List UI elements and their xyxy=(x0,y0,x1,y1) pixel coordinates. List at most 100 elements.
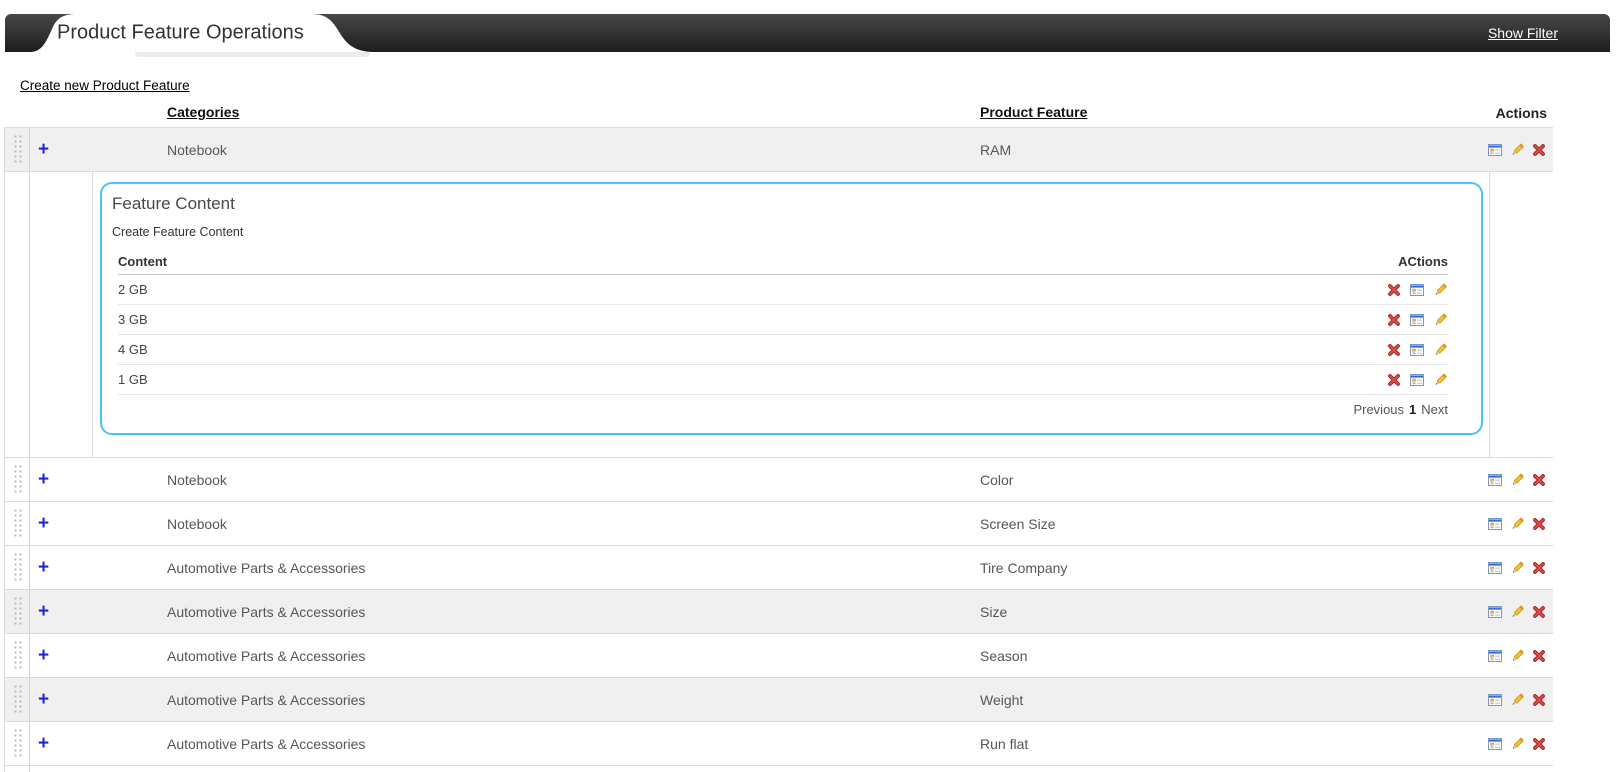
table-row: + Automotive Parts & Accessories Weight xyxy=(4,677,1553,721)
drag-handle-cell xyxy=(4,458,30,501)
details-icon[interactable] xyxy=(1409,372,1425,388)
delete-icon[interactable] xyxy=(1386,312,1402,328)
page: Product Feature Operations Show Filter C… xyxy=(0,0,1616,772)
create-product-feature-link[interactable]: Create new Product Feature xyxy=(20,78,190,93)
table-row: + Automotive Parts & Accessories Tire Co… xyxy=(4,545,1553,589)
create-feature-content-link[interactable]: Create Feature Content xyxy=(112,225,243,239)
details-icon[interactable] xyxy=(1409,312,1425,328)
table-row: + Automotive Parts & Accessories Season xyxy=(4,633,1553,677)
delete-icon[interactable] xyxy=(1531,472,1547,488)
delete-icon[interactable] xyxy=(1531,560,1547,576)
details-icon[interactable] xyxy=(1487,736,1503,752)
column-header-product-feature[interactable]: Product Feature xyxy=(980,104,1087,120)
edit-icon[interactable] xyxy=(1509,142,1525,158)
drag-handle-cell xyxy=(4,546,30,589)
category-cell: Notebook xyxy=(167,471,227,488)
table-trailing-row xyxy=(4,765,1553,772)
content-row: 4 GB xyxy=(118,335,1448,365)
product-feature-table: Categories Product Feature Actions + Not… xyxy=(4,99,1553,772)
drag-handle[interactable] xyxy=(12,508,22,539)
edit-icon[interactable] xyxy=(1432,282,1448,298)
edit-icon[interactable] xyxy=(1509,472,1525,488)
edit-icon[interactable] xyxy=(1509,692,1525,708)
expanded-detail-row: Feature Content Create Feature Content C… xyxy=(4,171,1553,457)
drag-handle[interactable] xyxy=(12,640,22,671)
category-cell: Automotive Parts & Accessories xyxy=(167,691,366,708)
edit-icon[interactable] xyxy=(1509,736,1525,752)
pagination-page-1[interactable]: 1 xyxy=(1409,402,1416,417)
expand-button[interactable]: + xyxy=(38,558,49,577)
edit-icon[interactable] xyxy=(1432,342,1448,358)
page-title: Product Feature Operations xyxy=(57,21,304,44)
details-icon[interactable] xyxy=(1487,648,1503,664)
actions-cell xyxy=(1480,678,1553,721)
category-cell: Automotive Parts & Accessories xyxy=(167,603,366,620)
details-icon[interactable] xyxy=(1487,472,1503,488)
edit-icon[interactable] xyxy=(1509,560,1525,576)
pagination-next[interactable]: Next xyxy=(1421,402,1448,417)
table-row: + Notebook Color xyxy=(4,457,1553,501)
content-actions-cell xyxy=(1386,282,1448,298)
expand-button[interactable]: + xyxy=(38,690,49,709)
delete-icon[interactable] xyxy=(1531,648,1547,664)
expand-cell: + xyxy=(30,590,70,633)
details-icon[interactable] xyxy=(1487,142,1503,158)
delete-icon[interactable] xyxy=(1531,736,1547,752)
content-row: 2 GB xyxy=(118,275,1448,305)
edit-icon[interactable] xyxy=(1509,516,1525,532)
show-filter-link[interactable]: Show Filter xyxy=(1488,25,1558,41)
actions-cell xyxy=(1480,128,1553,171)
drag-handle[interactable] xyxy=(12,596,22,627)
edit-icon[interactable] xyxy=(1509,604,1525,620)
expand-cell: + xyxy=(30,722,70,765)
content-actions-cell xyxy=(1386,312,1448,328)
drag-handle[interactable] xyxy=(12,728,22,759)
content-row: 3 GB xyxy=(118,305,1448,335)
actions-cell xyxy=(1480,458,1553,501)
content-row: 1 GB xyxy=(118,365,1448,395)
delete-icon[interactable] xyxy=(1386,282,1402,298)
edit-icon[interactable] xyxy=(1432,372,1448,388)
drag-handle-cell xyxy=(4,172,30,457)
delete-icon[interactable] xyxy=(1531,692,1547,708)
category-cell: Automotive Parts & Accessories xyxy=(167,559,366,576)
drag-handle[interactable] xyxy=(12,684,22,715)
edit-icon[interactable] xyxy=(1509,648,1525,664)
edit-icon[interactable] xyxy=(1432,312,1448,328)
feature-table-body: + Notebook RAM Feature Content Create Fe… xyxy=(4,127,1553,765)
details-icon[interactable] xyxy=(1409,342,1425,358)
feature-cell: Run flat xyxy=(980,735,1029,752)
expand-button[interactable]: + xyxy=(38,602,49,621)
column-header-categories[interactable]: Categories xyxy=(167,104,239,120)
expand-button[interactable]: + xyxy=(38,470,49,489)
content-cell: 3 GB xyxy=(118,312,148,327)
details-icon[interactable] xyxy=(1487,560,1503,576)
expand-button[interactable]: + xyxy=(38,734,49,753)
expand-button[interactable]: + xyxy=(38,514,49,533)
category-cell: Automotive Parts & Accessories xyxy=(167,647,366,664)
table-header-row: Categories Product Feature Actions xyxy=(4,99,1553,127)
delete-icon[interactable] xyxy=(1531,142,1547,158)
pagination: Previous 1 Next xyxy=(118,395,1448,423)
expand-button[interactable]: + xyxy=(38,140,49,159)
details-icon[interactable] xyxy=(1487,692,1503,708)
details-icon[interactable] xyxy=(1409,282,1425,298)
actions-cell xyxy=(1480,634,1553,677)
feature-cell: RAM xyxy=(980,141,1012,158)
feature-content-title: Feature Content xyxy=(112,194,235,213)
delete-icon[interactable] xyxy=(1531,516,1547,532)
delete-icon[interactable] xyxy=(1531,604,1547,620)
detail-container: Feature Content Create Feature Content C… xyxy=(92,172,1490,457)
drag-handle[interactable] xyxy=(12,552,22,583)
details-icon[interactable] xyxy=(1487,604,1503,620)
delete-icon[interactable] xyxy=(1386,372,1402,388)
expand-button[interactable]: + xyxy=(38,646,49,665)
content-cell: 1 GB xyxy=(118,372,148,387)
drag-handle[interactable] xyxy=(12,464,22,495)
category-cell: Notebook xyxy=(167,515,227,532)
category-cell: Notebook xyxy=(167,141,227,158)
delete-icon[interactable] xyxy=(1386,342,1402,358)
drag-handle[interactable] xyxy=(12,134,22,165)
details-icon[interactable] xyxy=(1487,516,1503,532)
pagination-previous[interactable]: Previous xyxy=(1353,402,1404,417)
